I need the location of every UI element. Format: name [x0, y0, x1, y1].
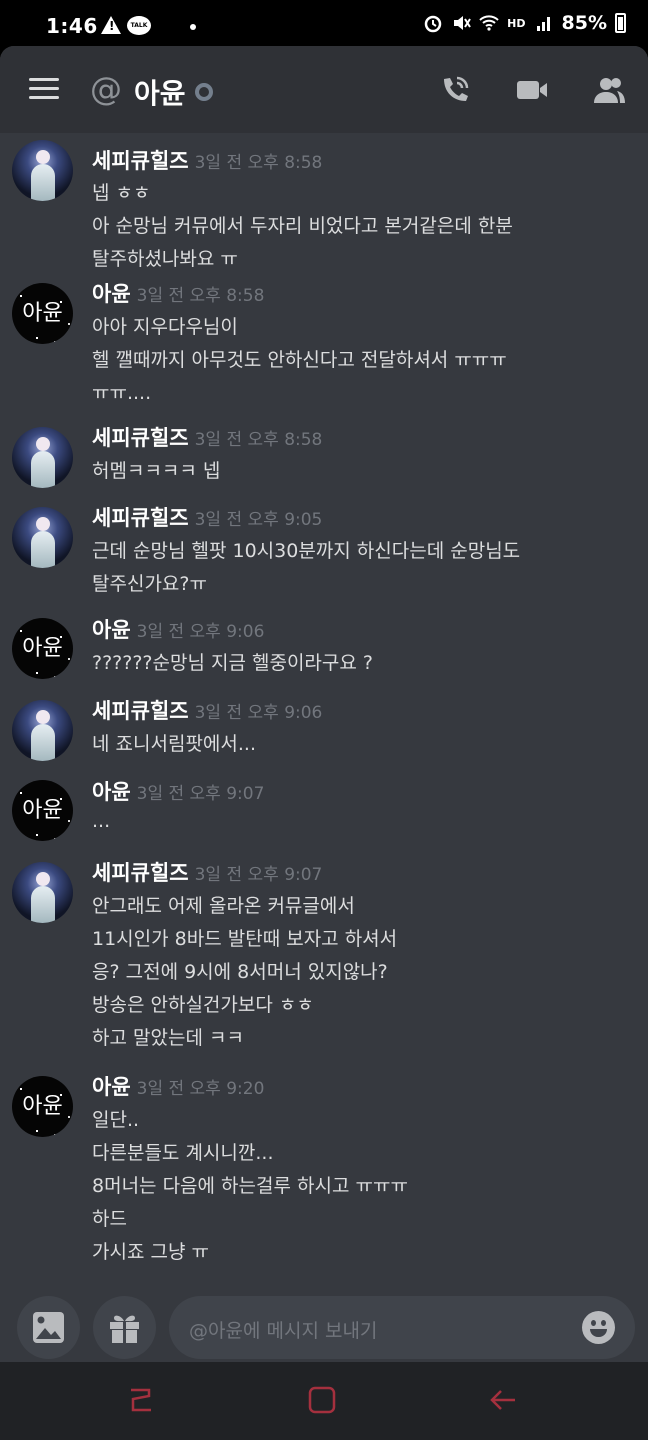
message-text: 탈주신가요?ㅠ	[92, 573, 207, 595]
timestamp: 3일 전 오후 9:06	[194, 703, 323, 723]
username[interactable]: 세피큐힐즈	[92, 506, 189, 530]
back-icon[interactable]	[488, 1385, 518, 1415]
username[interactable]: 아윤	[92, 780, 131, 804]
status-right: HD 85%	[423, 12, 626, 34]
status-bar: 1:46 TALK HD 85%	[0, 0, 648, 50]
message-text: 아 순망님 커뮤에서 두자리 비었다고 본거같은데 한분	[92, 215, 513, 237]
message-header: 세피큐힐즈 3일 전 오후 9:07	[92, 857, 322, 887]
message-text: ...	[92, 810, 111, 832]
composer-bar: @아윤에 메시지 보내기	[0, 1284, 648, 1362]
message-header: 세피큐힐즈 3일 전 오후 8:58	[92, 422, 322, 452]
message-text: 방송은 안하실건가보다 ㅎㅎ	[92, 994, 314, 1016]
timestamp: 3일 전 오후 8:58	[194, 153, 323, 173]
hd-voice-label: HD	[507, 16, 526, 30]
system-nav-bar	[0, 1362, 648, 1440]
kakaotalk-icon: TALK	[127, 16, 151, 35]
username[interactable]: 아윤	[92, 618, 131, 642]
message-header: 세피큐힐즈 3일 전 오후 8:58	[92, 145, 322, 175]
message-header: 아윤 3일 전 오후 9:07	[92, 776, 264, 806]
avatar[interactable]: 아윤	[12, 283, 73, 344]
message-text: 넵 ㅎㅎ	[92, 182, 151, 204]
message-text: 헬 깰때까지 아무것도 안하신다고 전달하셔서 ㅠㅠㅠ	[92, 349, 507, 371]
gift-button[interactable]	[93, 1296, 156, 1359]
call-icon[interactable]	[437, 72, 473, 108]
username[interactable]: 아윤	[92, 282, 131, 306]
wifi-icon	[479, 15, 499, 31]
warning-icon	[101, 16, 121, 34]
message-text: 11시인가 8바드 발탄때 보자고 하셔서	[92, 928, 398, 950]
message-input[interactable]: @아윤에 메시지 보내기	[169, 1296, 635, 1359]
avatar[interactable]	[12, 862, 73, 923]
battery-percent: 85%	[561, 12, 607, 34]
username[interactable]: 세피큐힐즈	[92, 149, 189, 173]
username[interactable]: 아윤	[92, 1075, 131, 1099]
message-text: 응? 그전에 9시에 8서머너 있지않나?	[92, 961, 388, 983]
members-icon[interactable]	[591, 72, 627, 108]
notification-dot-icon	[190, 24, 196, 30]
avatar[interactable]	[12, 140, 73, 201]
image-icon	[33, 1312, 64, 1343]
timestamp: 3일 전 오후 9:07	[136, 784, 265, 804]
timestamp: 3일 전 오후 9:06	[136, 622, 265, 642]
message-text: 다른분들도 계시니깐...	[92, 1142, 274, 1164]
status-time: 1:46	[46, 14, 98, 38]
alarm-icon	[424, 15, 442, 33]
message-header: 세피큐힐즈 3일 전 오후 9:06	[92, 695, 322, 725]
message-text: 네 죠니서림팟에서...	[92, 733, 256, 755]
username[interactable]: 세피큐힐즈	[92, 426, 189, 450]
dm-chat-screen: @ 아윤 세피큐힐즈 3일 전 오후 8:58 넵 ㅎㅎ 아 순망님 커뮤에서 두…	[0, 46, 648, 1362]
timestamp: 3일 전 오후 9:05	[194, 510, 323, 530]
message-header: 아윤 3일 전 오후 9:06	[92, 614, 264, 644]
recent-apps-icon[interactable]	[126, 1385, 156, 1415]
message-text: ㅠㅠ....	[92, 382, 152, 404]
message-header: 아윤 3일 전 오후 9:20	[92, 1071, 264, 1101]
message-input-placeholder: @아윤에 메시지 보내기	[189, 1320, 378, 1342]
gift-icon	[110, 1315, 139, 1343]
avatar[interactable]	[12, 700, 73, 761]
message-text: 허멤ㅋㅋㅋㅋ 넵	[92, 460, 221, 482]
message-text: 탈주하셨나봐요 ㅠ	[92, 248, 238, 270]
message-header: 아윤 3일 전 오후 8:58	[92, 278, 264, 308]
avatar[interactable]	[12, 427, 73, 488]
message-text: 근데 순망님 헬팟 10시30분까지 하신다는데 순망님도	[92, 540, 521, 562]
message-text: 안그래도 어제 올라온 커뮤글에서	[92, 895, 355, 917]
chat-header: @ 아윤	[0, 46, 648, 133]
menu-icon[interactable]	[29, 78, 59, 100]
username[interactable]: 세피큐힐즈	[92, 861, 189, 885]
username[interactable]: 세피큐힐즈	[92, 699, 189, 723]
message-text: ??????순망님 지금 헬중이라구요 ?	[92, 652, 373, 674]
signal-icon	[536, 17, 550, 31]
avatar[interactable]: 아윤	[12, 780, 73, 841]
message-text: 가시죠 그냥 ㅠ	[92, 1241, 209, 1263]
video-icon[interactable]	[514, 72, 550, 108]
timestamp: 3일 전 오후 8:58	[136, 286, 265, 306]
channel-title: 아윤	[134, 77, 186, 110]
mute-icon	[454, 16, 472, 30]
message-header: 세피큐힐즈 3일 전 오후 9:05	[92, 502, 322, 532]
emoji-icon[interactable]	[582, 1311, 615, 1344]
avatar[interactable]	[12, 507, 73, 568]
at-icon: @	[90, 70, 122, 108]
message-text: 하드	[92, 1208, 127, 1230]
avatar[interactable]: 아윤	[12, 618, 73, 679]
message-text: 일단..	[92, 1109, 140, 1131]
message-text: 아아 지우다우님이	[92, 316, 238, 338]
avatar[interactable]: 아윤	[12, 1076, 73, 1137]
image-upload-button[interactable]	[17, 1296, 80, 1359]
message-text: 하고 말았는데 ㅋㅋ	[92, 1027, 244, 1049]
status-indicator	[195, 83, 213, 101]
timestamp: 3일 전 오후 9:20	[136, 1079, 265, 1099]
home-icon[interactable]	[307, 1385, 337, 1415]
battery-icon	[615, 13, 626, 33]
timestamp: 3일 전 오후 9:07	[194, 865, 323, 885]
timestamp: 3일 전 오후 8:58	[194, 430, 323, 450]
message-text: 8머너는 다음에 하는걸루 하시고 ㅠㅠㅠ	[92, 1175, 408, 1197]
